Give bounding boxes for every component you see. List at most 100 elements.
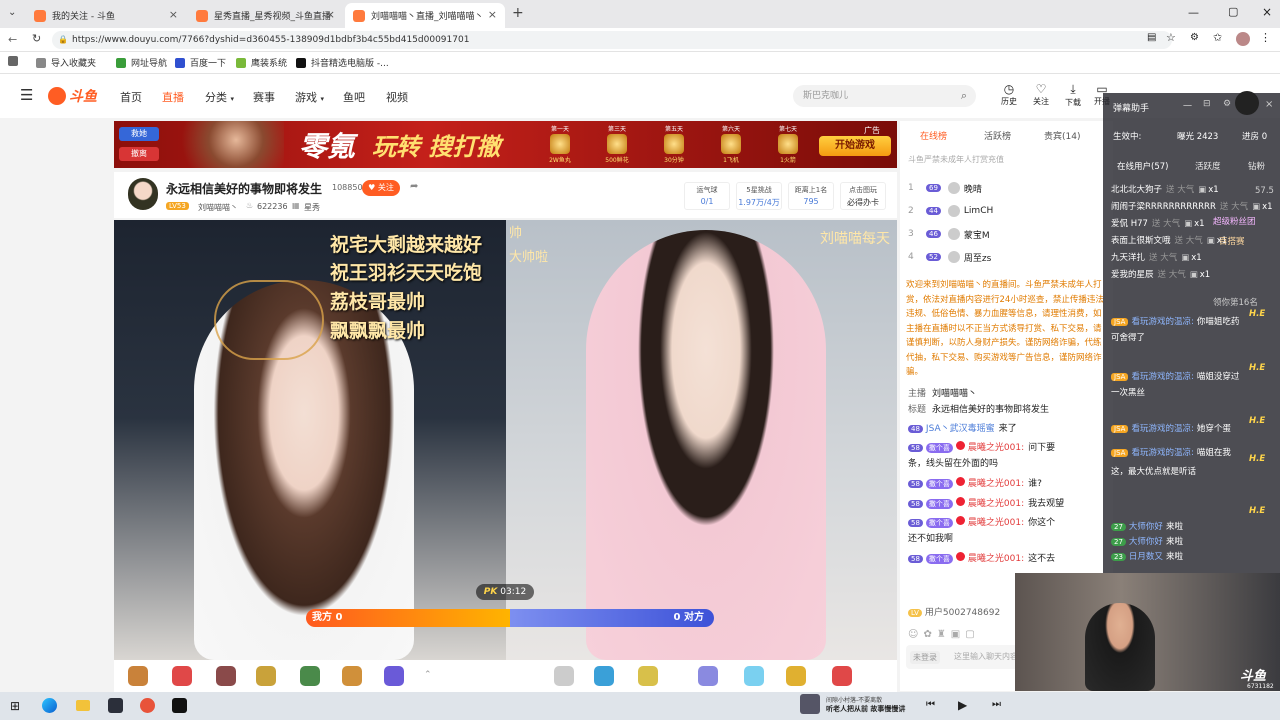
- bookmark-system[interactable]: 鹰装系统: [236, 56, 287, 69]
- tab-online-rank[interactable]: 在线榜: [920, 129, 947, 142]
- file-explorer-icon[interactable]: [76, 700, 90, 711]
- search-input[interactable]: 斯巴克咖儿 ⌕: [793, 85, 976, 107]
- tab-diamond[interactable]: 钻粉: [1248, 160, 1265, 172]
- tab-menu-icon[interactable]: ⌄: [8, 7, 16, 18]
- gift-icon[interactable]: ▣: [951, 629, 965, 640]
- rank-row[interactable]: 1 69 晚晴: [908, 179, 1108, 197]
- banner-start-game-button[interactable]: 开始游戏: [819, 136, 891, 156]
- profile-avatar[interactable]: [1236, 32, 1250, 46]
- favorites-icon[interactable]: ✩: [1213, 31, 1222, 44]
- bookmark-import-label[interactable]: 导入收藏夹: [36, 56, 96, 69]
- overlay-close-icon[interactable]: ×: [1265, 99, 1273, 110]
- banner-btn-evac[interactable]: 撤离: [119, 147, 159, 161]
- stat-card[interactable]: 点击图玩 必得办卡: [840, 182, 886, 210]
- hamburger-menu-icon[interactable]: ☰: [20, 86, 33, 104]
- prev-track-icon[interactable]: ⏮: [926, 699, 935, 710]
- more-icon[interactable]: ⋮: [1260, 31, 1271, 44]
- url-field[interactable]: 🔒 https://www.douyu.com/7766?dyshid=d360…: [52, 31, 1172, 49]
- header-follow[interactable]: ♡ 关注: [1030, 82, 1052, 107]
- close-icon[interactable]: ×: [488, 8, 497, 21]
- tab-activity[interactable]: 活跃度: [1195, 160, 1221, 172]
- gift-item-icon[interactable]: [256, 666, 276, 686]
- gift-item-icon[interactable]: [172, 666, 192, 686]
- music-player[interactable]: 间隙小村落-不要离散 听老人把从前 故事慢慢讲: [800, 694, 905, 714]
- gift-item-icon[interactable]: [342, 666, 362, 686]
- reload-icon[interactable]: ↻: [32, 32, 41, 45]
- gift-item-icon[interactable]: [300, 666, 320, 686]
- chat-user[interactable]: 晨曦之光001:: [968, 518, 1024, 528]
- gift-item-icon[interactable]: [638, 666, 658, 686]
- category-label[interactable]: 星秀: [304, 202, 320, 213]
- gift-item-icon[interactable]: [786, 666, 806, 686]
- cup-icon[interactable]: ♜: [937, 629, 951, 640]
- overlay-lock-icon[interactable]: ⊟: [1203, 99, 1211, 109]
- app-icon-3[interactable]: [172, 698, 187, 713]
- follow-button[interactable]: ♥ 关注: [362, 180, 400, 196]
- rank-row[interactable]: 2 44 LimCH: [908, 202, 1108, 220]
- gift-item-icon[interactable]: [128, 666, 148, 686]
- close-icon[interactable]: ×: [326, 8, 335, 21]
- chat-user[interactable]: JSA丶武汉毒瑶蜜: [926, 424, 995, 434]
- gift-item-icon[interactable]: [832, 666, 852, 686]
- nav-yuba[interactable]: 鱼吧: [343, 89, 365, 105]
- overlay-minimize-icon[interactable]: 一: [1183, 99, 1192, 112]
- tab-active-rank[interactable]: 活跃榜: [984, 129, 1011, 142]
- bookmark-import[interactable]: [8, 56, 23, 66]
- tab-xingxiu[interactable]: 星秀直播_星秀视频_斗鱼直播 ×: [188, 3, 343, 28]
- game-ad-banner[interactable]: 救她 撤离 零氪 玩转 搜打撤 第一天 2W鱼丸 第三天 500鲜花 第五天 30分钟 第六…: [114, 121, 897, 168]
- tab-liumiao[interactable]: 刘喵喵喵丶直播_刘喵喵喵丶星 ×: [345, 3, 505, 28]
- stat-card[interactable]: 5星挑战 1.97万/4万: [736, 182, 782, 210]
- edge-icon[interactable]: [42, 698, 57, 713]
- emoji-icon[interactable]: ☺: [908, 629, 923, 640]
- gift-item-icon[interactable]: [698, 666, 718, 686]
- search-icon[interactable]: ⌕: [961, 85, 967, 107]
- window-close-icon[interactable]: ×: [1262, 5, 1272, 19]
- chat-user[interactable]: 晨曦之光001:: [968, 479, 1024, 489]
- new-tab-icon[interactable]: +: [512, 5, 524, 21]
- close-icon[interactable]: ×: [169, 8, 178, 21]
- tab-my-follow[interactable]: 我的关注 - 斗鱼 ×: [26, 3, 186, 28]
- stat-card[interactable]: 运气球 0/1: [684, 182, 730, 210]
- minimize-icon[interactable]: —: [1188, 6, 1199, 19]
- app-icon-1[interactable]: [108, 698, 123, 713]
- rank-row[interactable]: 4 52 周至zs: [908, 248, 1108, 266]
- gift-item-icon[interactable]: [594, 666, 614, 686]
- nav-events[interactable]: 赛事: [253, 89, 275, 105]
- bookmark-baidu[interactable]: 百度一下: [175, 56, 226, 69]
- overlay-settings-icon[interactable]: ⚙: [1223, 99, 1231, 109]
- gift-more-icon[interactable]: ⌃: [424, 670, 432, 680]
- nav-category[interactable]: 分类 ▾: [205, 89, 234, 105]
- windows-start-icon[interactable]: ⊞: [10, 699, 20, 713]
- gift-item-icon[interactable]: [384, 666, 404, 686]
- gift-item-icon[interactable]: [744, 666, 764, 686]
- nav-live[interactable]: 直播: [162, 89, 184, 105]
- screenshot-icon[interactable]: ▢: [965, 629, 979, 640]
- next-track-icon[interactable]: ⏭: [992, 699, 1001, 710]
- extensions-icon[interactable]: ⚙: [1190, 32, 1199, 43]
- stat-card[interactable]: 距离上1名 795: [788, 182, 834, 210]
- chat-user[interactable]: 晨曦之光001:: [968, 554, 1024, 564]
- tab-online-users[interactable]: 在线用户(57): [1117, 160, 1168, 172]
- gift-item-icon[interactable]: [216, 666, 236, 686]
- douyu-logo[interactable]: 斗鱼: [48, 86, 97, 106]
- bookmark-nav[interactable]: 网址导航: [116, 56, 167, 69]
- reader-icon[interactable]: ▤: [1147, 32, 1156, 43]
- badge-icon[interactable]: ✿: [923, 629, 936, 640]
- nav-video[interactable]: 视频: [386, 89, 408, 105]
- bookmark-douyin[interactable]: 抖音精选电脑版 -...: [296, 56, 389, 69]
- header-download[interactable]: ⤓ 下载: [1062, 82, 1084, 108]
- gift-item-icon[interactable]: [554, 666, 574, 686]
- nav-games[interactable]: 游戏 ▾: [295, 89, 324, 105]
- chat-user[interactable]: 晨曦之光001:: [968, 443, 1024, 453]
- back-icon[interactable]: ←: [8, 33, 17, 46]
- rank-row[interactable]: 3 46 蒙宝M: [908, 225, 1108, 243]
- banner-btn-rescue[interactable]: 救她: [119, 127, 159, 141]
- share-icon[interactable]: ➦: [410, 181, 418, 192]
- streamer-name[interactable]: 刘喵喵喵丶: [198, 202, 238, 213]
- maximize-icon[interactable]: ▢: [1228, 5, 1238, 18]
- streamer-avatar[interactable]: [128, 178, 158, 210]
- app-icon-2[interactable]: [140, 698, 155, 713]
- chat-user[interactable]: 晨曦之光001:: [968, 499, 1024, 509]
- play-icon[interactable]: ▶: [958, 698, 967, 712]
- tab-vip[interactable]: 贵宾(14): [1044, 129, 1080, 142]
